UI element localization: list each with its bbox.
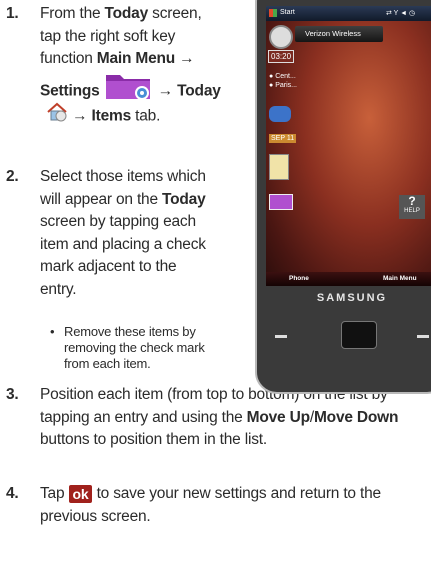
step-2-line-5: mark adjacent to the [40,258,177,276]
step-3-line-2: tapping an entry and using the Move Up/M… [40,408,399,426]
bullet-line-3: from each item. [64,356,151,371]
step-1-line-5: → Items tab. [40,101,245,127]
step-1-line-3: function Main Menu → [40,50,195,68]
step-2-line-4: item and placing a check [40,235,206,253]
bullet-line-2: removing the check mark [64,340,205,355]
step-1-line-4: Settings → Today [40,71,245,101]
status-icons: ⇄ Y ◄ ◷ [386,10,416,17]
calendar-item-2: ● Paris... [269,82,297,89]
softkey-left: Phone [289,275,309,282]
step-2-line-1: Select those items which [40,168,206,185]
media-icon [269,194,293,210]
step-number: 3. [6,386,19,403]
softkey-right: Main Menu [383,275,417,282]
bullet-dot: • [50,324,55,339]
step-number: 1. [6,5,19,22]
bullet-line-1: Remove these items by [64,324,196,339]
phone-softkeys: Phone Main Menu [266,272,431,286]
step-1-line-1: From the Today screen, [40,5,202,22]
step-4-line-1: Tap ok to save your new settings and ret… [40,484,381,503]
date-display: SEP 11 [269,134,297,143]
step-3-line-3: buttons to position them in the list. [40,431,267,449]
phone-screen: Start ⇄ Y ◄ ◷ Verizon Wireless 03:20 ● C… [266,6,431,286]
start-label: Start [280,9,295,16]
end-key-icon [417,327,431,349]
phone-status-bar: Start ⇄ Y ◄ ◷ [266,6,431,21]
step-4-line-2: previous screen. [40,507,151,525]
calendar-item-1: ● Cent... [269,73,296,80]
windows-start-icon [269,9,277,17]
ok-button-icon: ok [68,484,93,503]
step-2-line-6: entry. [40,280,77,298]
phone-brand: SAMSUNG [316,292,388,304]
step-2-line-3: screen by tapping each [40,213,196,231]
carrier-banner: Verizon Wireless [295,26,383,42]
step-number: 2. [6,168,19,185]
home-button [341,321,377,349]
call-key-icon [275,327,295,349]
step-1-line-2: tap the right soft key [40,27,176,45]
step-2-line-2: will appear on the Today [40,190,206,208]
game-icon [269,106,291,122]
step-number: 4. [6,485,19,502]
phone-illustration: Start ⇄ Y ◄ ◷ Verizon Wireless 03:20 ● C… [255,0,431,394]
today-house-icon [46,101,68,132]
time-display: 03:20 [268,50,295,63]
analog-clock-icon [269,25,293,49]
help-button: ? HELP [399,195,425,219]
notes-icon [269,154,289,180]
